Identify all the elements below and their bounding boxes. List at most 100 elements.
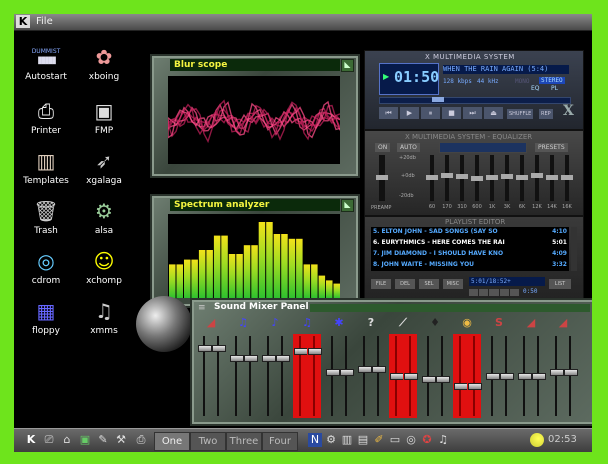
playlist-scrollbar[interactable] <box>571 227 577 271</box>
spectrum-analyzer-window[interactable]: Spectrum analyzer ◣ <box>150 194 360 308</box>
eq-band-170[interactable]: 170 <box>440 155 454 213</box>
mixer-fader[interactable] <box>549 334 564 418</box>
mixer-fader[interactable] <box>403 334 418 418</box>
desktop-one-button[interactable]: One <box>154 432 190 451</box>
shuffle-button[interactable]: SHUFFLE <box>507 109 534 119</box>
mixer-fader[interactable] <box>307 334 322 418</box>
mixer-channel-icon[interactable]: ♦ <box>427 316 443 330</box>
eq-on-button[interactable]: ON <box>375 143 391 152</box>
file-menu[interactable]: File <box>36 16 53 27</box>
playlist-list[interactable]: 5. ELTON JOHN - SAD SONGS (SAY SO 4:10 6. … <box>371 227 569 271</box>
desktop-icon-printer[interactable]: ⎙ Printer <box>18 98 74 136</box>
eq-auto-button[interactable]: AUTO <box>397 143 420 152</box>
pl-pause-icon[interactable] <box>489 289 499 296</box>
mixer-fader[interactable] <box>453 334 468 418</box>
mixer-fader[interactable] <box>485 334 500 418</box>
eq-band-14K[interactable]: 14K <box>545 155 559 213</box>
seek-knob[interactable] <box>432 97 444 102</box>
playlist-row[interactable]: 6. EURYTHMICS - HERE COMES THE RAI 5:01 <box>373 238 567 248</box>
eq-band-knob[interactable] <box>486 175 498 180</box>
mixer-menu-icon[interactable]: ≡ <box>198 303 210 313</box>
pause-icon[interactable]: ⏸ <box>421 107 440 119</box>
equalizer-window[interactable]: X MULTIMEDIA SYSTEM - EQUALIZER ON AUTO … <box>364 130 584 216</box>
pl-next-icon[interactable] <box>509 289 520 296</box>
desktop-icon-floppy[interactable]: ▦ floppy <box>18 298 74 336</box>
mixer-fader-knob[interactable] <box>230 355 244 362</box>
pl-stop-icon[interactable] <box>499 289 509 296</box>
mixer-channel-icon[interactable]: ♪ <box>267 316 283 330</box>
playlist-row[interactable]: 7. JIM DIAMOND - I SHOULD HAVE KNO 4:09 <box>373 249 567 259</box>
mixer-channel-icon[interactable]: ♫ <box>235 316 251 330</box>
mixer-channel-icon[interactable]: ◢ <box>523 316 539 330</box>
desktop-icon-xgalaga[interactable]: ➶ xgalaga <box>76 148 132 186</box>
prev-icon[interactable]: ⏮ <box>379 107 398 119</box>
terminal-icon[interactable]: ▣ <box>78 433 92 447</box>
eq-band-600[interactable]: 600 <box>470 155 484 213</box>
network-icon[interactable]: ⚙ <box>324 433 338 447</box>
eq-toggle-button[interactable]: EQ <box>531 85 540 92</box>
mixer-fader[interactable] <box>435 334 450 418</box>
mixer-channel-icon[interactable]: ⟋ <box>395 316 411 330</box>
blur-scope-window[interactable]: Blur scope ◣ <box>150 54 360 178</box>
preamp-slider[interactable] <box>376 155 388 201</box>
mixer-channel-icon[interactable]: ◢ <box>203 316 219 330</box>
mixer-fader-knob[interactable] <box>212 344 226 352</box>
repeat-button[interactable]: REP <box>539 109 553 119</box>
eq-band-knob[interactable] <box>501 173 513 179</box>
desktop-four-button[interactable]: Four <box>262 432 298 451</box>
mixer-fader[interactable] <box>389 334 404 418</box>
eq-band-knob[interactable] <box>516 175 528 180</box>
mixer-fader-knob[interactable] <box>468 383 482 390</box>
mixer-fader-knob[interactable] <box>500 372 514 380</box>
k-menu-button[interactable]: K <box>16 15 30 28</box>
eq-band-knob[interactable] <box>471 175 483 181</box>
stop-icon[interactable]: ■ <box>442 107 461 119</box>
next-icon[interactable]: ⏭ <box>463 107 482 119</box>
eq-band-3K[interactable]: 3K <box>500 155 514 213</box>
eq-band-16K[interactable]: 16K <box>560 155 574 213</box>
cd-player-icon[interactable]: ◎ <box>404 433 418 447</box>
mixer-fader[interactable] <box>211 334 226 418</box>
mixer-channel-icon[interactable]: ◢ <box>555 316 571 330</box>
playlist-row[interactable]: 5. ELTON JOHN - SAD SONGS (SAY SO 4:10 <box>373 227 567 237</box>
mixer-fader-knob[interactable] <box>326 369 340 376</box>
mixer-fader[interactable] <box>243 334 258 418</box>
printer-taskbar-icon[interactable]: ⎙ <box>134 433 148 447</box>
mixer-fader[interactable] <box>339 334 354 418</box>
desktop-icon-templates[interactable]: ▥ Templates <box>18 148 74 186</box>
music-icon[interactable]: ♫ <box>436 433 450 447</box>
mixer-fader-knob[interactable] <box>390 372 404 380</box>
mixer-fader-knob[interactable] <box>518 372 532 380</box>
editor-icon[interactable]: ✎ <box>96 433 110 447</box>
mixer-fader[interactable] <box>563 334 578 418</box>
mixer-fader[interactable] <box>421 334 436 418</box>
tools-icon[interactable]: ⚒ <box>114 433 128 447</box>
eq-band-knob[interactable] <box>456 174 468 180</box>
mixer-fader[interactable] <box>517 334 532 418</box>
mixer-channel-icon[interactable]: ♫ <box>299 316 315 330</box>
eq-band-12K[interactable]: 12K <box>530 155 544 213</box>
window-list-icon[interactable]: ⎚ <box>42 433 56 447</box>
desktop-icon-autostart[interactable]: DUMMIST ▮▮▮▮▮ Autostart <box>18 44 74 82</box>
eq-band-knob[interactable] <box>561 174 573 180</box>
mixer-fader-knob[interactable] <box>294 348 308 355</box>
mixer-fader[interactable] <box>531 334 546 418</box>
mixer-fader[interactable] <box>325 334 340 418</box>
mixer-fader-knob[interactable] <box>244 355 258 362</box>
pl-play-icon[interactable] <box>479 289 489 296</box>
mixer-fader-knob[interactable] <box>436 376 450 383</box>
desktop-icon-fmp[interactable]: ▣ FMP <box>76 98 132 136</box>
mixer-fader[interactable] <box>371 334 386 418</box>
desktop-icon-xchomp[interactable]: ☺ xchomp <box>76 248 132 286</box>
mixer-fader-knob[interactable] <box>276 355 290 362</box>
desktop-icon-xmms[interactable]: ♫ xmms <box>76 298 132 336</box>
desktop-icon-cdrom[interactable]: ◎ cdrom <box>18 248 74 286</box>
mixer-fader[interactable] <box>197 334 212 418</box>
mixer-channel-icon[interactable]: S <box>491 316 507 330</box>
eq-band-knob[interactable] <box>426 175 438 180</box>
blur-scope-close-icon[interactable]: ◣ <box>341 59 354 72</box>
pl-file-button[interactable]: FILE <box>371 279 391 289</box>
mixer-fader-knob[interactable] <box>404 372 418 380</box>
mixer-fader-knob[interactable] <box>550 369 564 376</box>
spectrum-analyzer-close-icon[interactable]: ◣ <box>341 199 354 212</box>
